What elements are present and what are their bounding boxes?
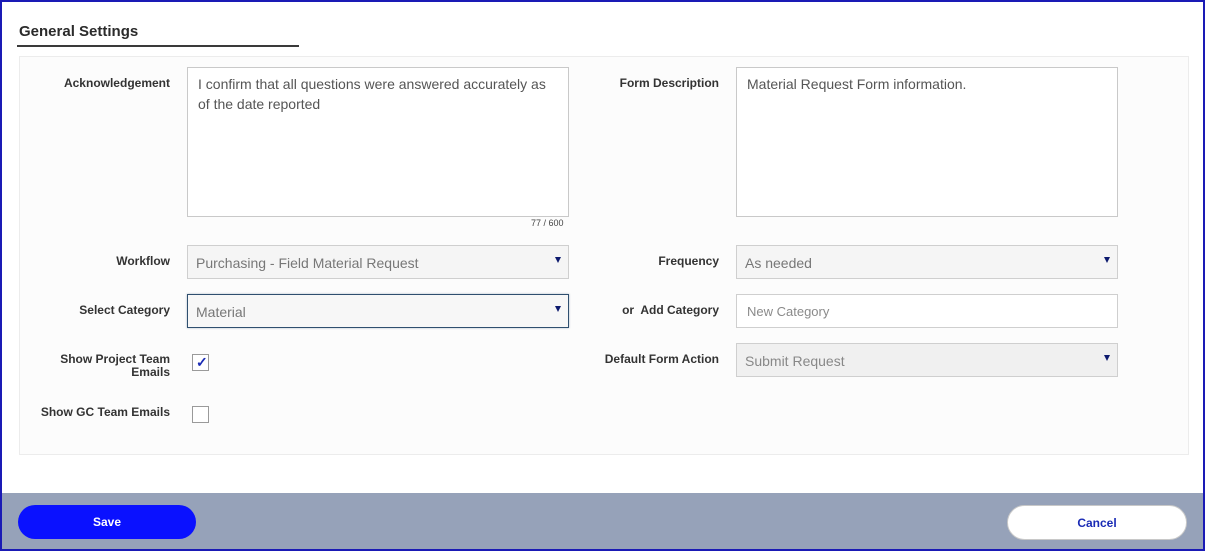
cancel-button[interactable]: Cancel bbox=[1007, 505, 1187, 540]
chevron-down-icon[interactable] bbox=[548, 246, 568, 278]
settings-window: General Settings Acknowledgement I confi… bbox=[0, 0, 1205, 551]
show-gc-team-emails-checkbox[interactable] bbox=[192, 406, 209, 423]
acknowledgement-char-counter: 77 / 600 bbox=[531, 218, 564, 228]
checkmark-icon: ✓ bbox=[196, 354, 208, 370]
frequency-select-value: As needed bbox=[745, 255, 812, 271]
acknowledgement-textarea[interactable]: I confirm that all questions were answer… bbox=[187, 67, 569, 217]
new-category-input[interactable]: New Category bbox=[736, 294, 1118, 328]
save-button[interactable]: Save bbox=[18, 505, 196, 539]
select-category-label: Select Category bbox=[79, 303, 170, 317]
chevron-down-icon[interactable] bbox=[1097, 344, 1117, 376]
add-category-label: or Add Category bbox=[622, 303, 719, 317]
workflow-select-value: Purchasing - Field Material Request bbox=[196, 255, 419, 271]
workflow-label: Workflow bbox=[116, 254, 170, 268]
section-title-underline bbox=[17, 45, 299, 47]
show-project-team-emails-label: Show Project Team Emails bbox=[32, 353, 170, 379]
frequency-select[interactable]: As needed bbox=[736, 245, 1118, 279]
form-description-label: Form Description bbox=[619, 76, 719, 90]
category-select[interactable]: Material bbox=[187, 294, 569, 328]
acknowledgement-label: Acknowledgement bbox=[63, 76, 170, 90]
show-project-team-emails-checkbox[interactable]: ✓ bbox=[192, 354, 209, 371]
show-gc-team-emails-label: Show GC Team Emails bbox=[40, 405, 170, 419]
chevron-down-icon[interactable] bbox=[548, 295, 568, 327]
workflow-select[interactable]: Purchasing - Field Material Request bbox=[187, 245, 569, 279]
default-form-action-select[interactable]: Submit Request bbox=[736, 343, 1118, 377]
form-description-textarea[interactable]: Material Request Form information. bbox=[736, 67, 1118, 217]
show-project-team-emails-label-line2: Emails bbox=[131, 365, 170, 379]
frequency-label: Frequency bbox=[658, 254, 719, 268]
chevron-down-icon[interactable] bbox=[1097, 246, 1117, 278]
category-select-value: Material bbox=[196, 304, 246, 320]
default-form-action-value: Submit Request bbox=[745, 353, 845, 369]
section-title: General Settings bbox=[19, 23, 139, 40]
new-category-placeholder: New Category bbox=[747, 304, 830, 319]
default-form-action-label: Default Form Action bbox=[604, 352, 719, 366]
